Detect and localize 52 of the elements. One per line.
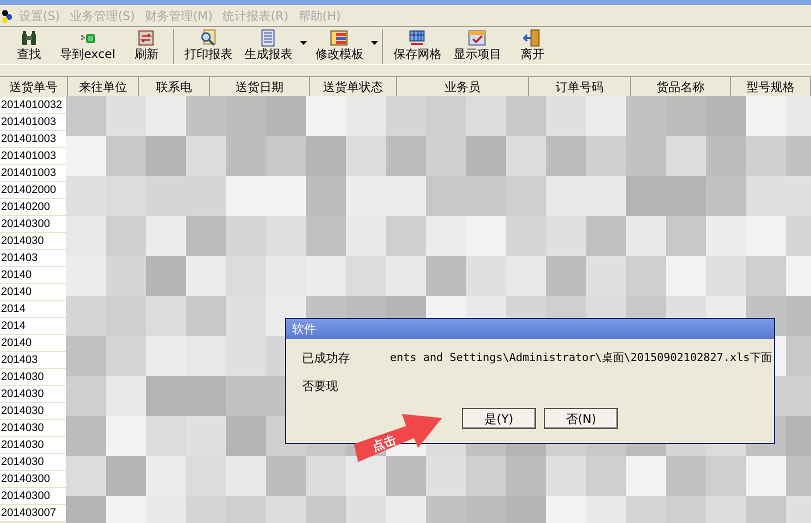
toolbar-button[interactable]: 离开 [507, 29, 558, 61]
magnifier-page-icon [199, 29, 218, 47]
caret-icon[interactable] [300, 41, 308, 45]
table-cell-text: 20140200 [0, 200, 50, 215]
table-cell-text: 20140 [0, 336, 32, 351]
refresh-icon [137, 29, 156, 47]
table-cell-text: 2014 [0, 302, 26, 317]
table-cell-text: 2014030 [0, 438, 44, 453]
table-cell-text: 201401003 [0, 115, 56, 130]
app-icon [2, 8, 12, 22]
toolbar-button[interactable]: 显示项目 [447, 29, 508, 61]
table-cell-text: 20140 [0, 268, 32, 283]
document-list-icon [259, 29, 278, 47]
binoculars-icon [20, 29, 38, 47]
table-cell-text: 20140300 [0, 472, 50, 487]
dialog-button[interactable]: 是(Y) [462, 408, 536, 429]
table-cell-text: 2014030 [0, 387, 44, 402]
toolbar-button[interactable]: 打印报表 [178, 29, 238, 61]
toolbar-button[interactable]: 修改模板 [309, 29, 370, 61]
dialog-question: 否要现 [302, 379, 338, 393]
dialog-message: 已成功存 [302, 350, 350, 367]
toolbar-button[interactable]: 保存网格 [387, 29, 448, 61]
table-cell-text: 201401003 [0, 166, 56, 181]
table-cell-text: 2014030 [0, 455, 44, 470]
table-cell-text: 2014030 [0, 370, 44, 385]
caret-icon[interactable] [371, 41, 378, 45]
table-cell-text: 20140 [0, 285, 32, 300]
table-cell-text: 201401003 [0, 132, 56, 147]
annotation-label: 点击 [370, 431, 398, 456]
table-cell-text: 201403 [0, 251, 38, 266]
exit-door-icon [523, 29, 542, 47]
dialog-button[interactable]: 否(N) [544, 408, 618, 429]
table-cell-text: 201401003 [0, 149, 56, 164]
table-cell-text: 201402000 [0, 183, 56, 198]
table-cell-text: 2014030 [0, 404, 44, 419]
table-cell-text: 2014010032 [0, 98, 62, 113]
template-grid-icon [330, 29, 348, 47]
table-cell-text: 2014030 [0, 421, 44, 436]
toolbar-button[interactable]: 查找 [4, 29, 54, 61]
table-cell-text: 201403007 [0, 506, 56, 521]
table-cell-text: 20140300 [0, 217, 50, 232]
table-cell-text: 20140300 [0, 489, 50, 504]
dialog-title: 软件 [292, 321, 316, 338]
grid-check-icon [468, 29, 486, 47]
table-cell-text: 2014030 [0, 234, 44, 249]
toolbar-button[interactable]: 导到excel [54, 29, 122, 61]
toolbar-button[interactable]: 生成报表 [238, 29, 298, 61]
table-cell-text: 2014 [0, 319, 26, 334]
dialog-message: ents and Settings\Administrator\桌面\20150902102827.xls下面 [390, 350, 772, 366]
toolbar-button[interactable]: 刷新 [121, 29, 172, 61]
grid-save-icon [408, 29, 426, 47]
table-cell-text: 201403 [0, 353, 38, 368]
